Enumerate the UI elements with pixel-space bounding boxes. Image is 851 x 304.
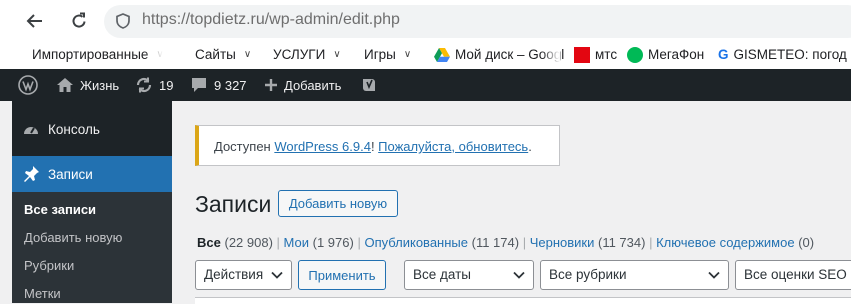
wordpress-version-link[interactable]: WordPress 6.9.4 xyxy=(274,139,371,154)
label-fade xyxy=(145,40,163,69)
filter-separator: | xyxy=(357,235,361,250)
update-notice: Доступен WordPress 6.9.4! Пожалуйста, об… xyxy=(195,125,560,166)
apply-button[interactable]: Применить xyxy=(298,260,386,290)
submenu-categories[interactable]: Рубрики xyxy=(24,258,74,273)
updates-icon xyxy=(136,77,152,93)
active-menu-arrow xyxy=(172,166,180,182)
category-filter-select[interactable]: Все рубрики xyxy=(540,260,729,290)
yoast-seo-menu[interactable] xyxy=(360,69,384,101)
filter-cornerstone[interactable]: Ключевое содержимое (0) xyxy=(656,235,814,250)
add-new-post-button[interactable]: Добавить новую xyxy=(278,190,398,217)
wp-logo-menu[interactable] xyxy=(18,69,44,101)
submenu-add-new[interactable]: Добавить новую xyxy=(24,230,122,245)
url-host: https://topdietz.ru xyxy=(142,11,265,28)
admin-sidebar: Консоль Записи Все записи Добавить новую… xyxy=(12,101,180,303)
wp-admin-bar: Жизнь 19 9 327 Добавить xyxy=(0,69,851,101)
plus-icon xyxy=(265,79,277,91)
page-title: Записи xyxy=(195,191,272,217)
filter-all[interactable]: Все (22 908) xyxy=(197,235,273,250)
filter-separator: | xyxy=(649,235,653,250)
please-update-link[interactable]: Пожалуйста, обновитесь xyxy=(378,139,528,154)
yoast-icon xyxy=(363,79,375,91)
google-drive-icon xyxy=(434,47,450,62)
bookmark-services[interactable]: УСЛУГИ ∨ xyxy=(273,40,341,69)
filter-separator: | xyxy=(522,235,527,250)
seo-score-filter-select[interactable]: Все оценки SEO xyxy=(735,260,851,290)
comments-menu[interactable]: 9 327 xyxy=(190,69,247,101)
chevron-down-icon xyxy=(708,271,720,279)
new-content-menu[interactable]: Добавить xyxy=(264,69,341,101)
label-fade xyxy=(542,40,560,69)
filter-mine[interactable]: Мои (1 976) xyxy=(284,235,354,250)
address-bar[interactable]: https://topdietz.ru/wp-admin/edit.php xyxy=(104,5,851,38)
url-path: /wp-admin/edit.php xyxy=(264,11,400,28)
dashboard-icon xyxy=(24,127,38,134)
bulk-actions-select[interactable]: Действия xyxy=(195,260,292,290)
posts-submenu: Все записи Добавить новую Рубрики Метки xyxy=(12,192,172,303)
url-text[interactable]: https://topdietz.ru/wp-admin/edit.php xyxy=(142,11,400,29)
submenu-all-posts[interactable]: Все записи xyxy=(24,202,96,217)
chevron-down-icon: ∨ xyxy=(243,49,252,60)
home-icon xyxy=(57,78,73,92)
update-notice-text: Доступен WordPress 6.9.4! Пожалуйста, об… xyxy=(214,139,532,154)
bookmarks-bar: Импортированные∨ Сайты∨ УСЛУГИ∨ Игры∨ Мо… xyxy=(0,40,851,69)
date-filter-select[interactable]: Все даты xyxy=(404,260,534,290)
pin-icon xyxy=(24,166,39,182)
reload-icon xyxy=(72,12,86,28)
chevron-down-icon: ∨ xyxy=(403,49,412,60)
updates-menu[interactable]: 19 xyxy=(135,69,173,101)
filter-published[interactable]: Опубликованные (11 174) xyxy=(364,235,519,250)
back-button[interactable] xyxy=(22,8,48,34)
chevron-down-icon xyxy=(513,271,525,279)
arrow-left-icon xyxy=(26,14,42,28)
sidebar-item-console[interactable]: Консоль xyxy=(12,111,172,147)
site-info-icon[interactable] xyxy=(114,12,132,35)
bookmark-sites[interactable]: Сайты ∨ xyxy=(195,40,251,69)
chevron-down-icon: ∨ xyxy=(333,49,341,60)
bookmark-games[interactable]: Игры ∨ xyxy=(364,40,411,69)
filter-separator: | xyxy=(276,235,280,250)
filter-drafts[interactable]: Черновики (11 734) xyxy=(530,235,646,250)
chevron-down-icon xyxy=(271,271,283,279)
mts-icon xyxy=(574,46,590,63)
gismeteo-icon: G xyxy=(718,47,729,62)
wordpress-logo-icon xyxy=(18,75,38,95)
comment-icon xyxy=(192,78,206,92)
bookmark-megafon[interactable]: МегаФон xyxy=(627,40,704,69)
browser-toolbar: https://topdietz.ru/wp-admin/edit.php Им… xyxy=(0,0,851,69)
post-status-filters: Все (22 908) | Мои (1 976) | Опубликован… xyxy=(197,235,814,250)
sidebar-item-posts[interactable]: Записи xyxy=(12,156,180,192)
site-name-menu[interactable]: Жизнь xyxy=(56,69,119,101)
bookmark-imported[interactable]: Импортированные∨ xyxy=(32,40,164,69)
submenu-tags[interactable]: Метки xyxy=(24,286,61,301)
bookmark-gismeteo[interactable]: G GISMETEO: погод xyxy=(718,40,847,69)
megafon-icon xyxy=(627,46,643,63)
bookmark-mts[interactable]: мтс xyxy=(574,40,617,69)
reload-button[interactable] xyxy=(66,8,92,34)
